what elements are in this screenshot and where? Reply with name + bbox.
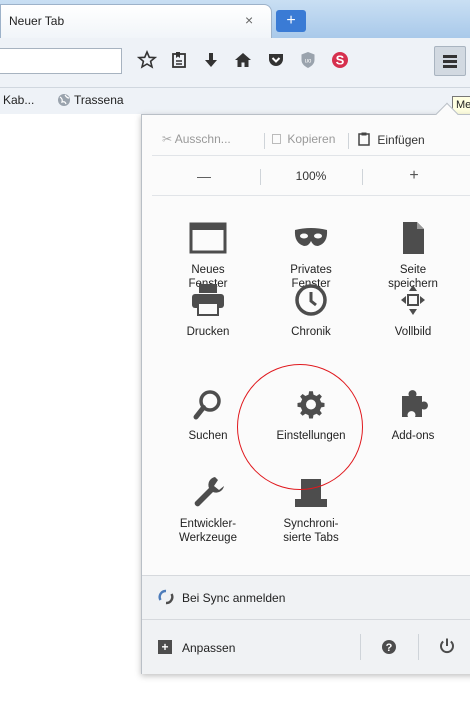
- paste-label: Einfügen: [377, 133, 425, 147]
- tab-strip: Neuer Tab × +: [0, 0, 470, 38]
- divider: [360, 634, 361, 660]
- highlight-circle: [237, 364, 363, 490]
- grid-label: Chronik: [291, 326, 331, 338]
- divider: [362, 169, 363, 185]
- zoom-out-button[interactable]: —: [154, 161, 254, 191]
- paste-button[interactable]: Einfügen: [358, 132, 425, 147]
- new-window-button[interactable]: NeuesFenster: [162, 221, 254, 291]
- copy-icon: [272, 134, 281, 144]
- grid-label: Add-ons: [391, 430, 435, 442]
- window-icon: [189, 222, 227, 254]
- clock-icon: [295, 284, 327, 316]
- quit-button[interactable]: [438, 637, 458, 657]
- tab-neuer-tab[interactable]: Neuer Tab ×: [0, 4, 272, 38]
- divider: [152, 195, 470, 196]
- grid-label: Entwickler- Werkzeuge: [179, 518, 237, 544]
- private-window-button[interactable]: Privates Fenster: [265, 221, 357, 291]
- divider: [418, 634, 419, 660]
- new-tab-button[interactable]: +: [276, 10, 306, 32]
- panel-footer-bar: + Anpassen ?: [142, 619, 470, 674]
- zoom-in-button[interactable]: +: [364, 161, 464, 191]
- ublock-shield-icon[interactable]: uo: [296, 50, 320, 74]
- zoom-reset-button[interactable]: 100%: [261, 161, 361, 191]
- download-icon[interactable]: [199, 50, 223, 74]
- divider: [264, 133, 265, 149]
- customize-label: Anpassen: [182, 641, 236, 655]
- customize-plus-icon: +: [158, 640, 172, 654]
- print-button[interactable]: Drucken: [162, 283, 254, 339]
- fullscreen-icon: [401, 285, 425, 315]
- customize-button[interactable]: + Anpassen: [142, 620, 360, 675]
- divider: [348, 133, 349, 149]
- wrench-icon: [194, 477, 224, 507]
- save-page-button[interactable]: Seite speichern: [367, 221, 459, 291]
- bookmarks-toolbar: Kab... Trassena: [0, 88, 470, 114]
- help-icon: ?: [382, 640, 396, 654]
- sync-label: Bei Sync anmelden: [182, 591, 286, 605]
- sync-icon: [158, 589, 174, 608]
- search-icon: [193, 390, 221, 420]
- tab-close-icon[interactable]: ×: [245, 12, 253, 28]
- developer-tools-button[interactable]: Entwickler- Werkzeuge: [162, 475, 254, 545]
- printer-icon: [192, 284, 224, 316]
- grid-label: Synchroni-sierte Tabs: [283, 518, 339, 544]
- cut-label: Ausschn...: [174, 132, 231, 146]
- grid-label: Drucken: [186, 326, 230, 338]
- history-button[interactable]: Chronik: [265, 283, 357, 339]
- stylish-s-icon[interactable]: S: [328, 50, 352, 74]
- page-icon: [403, 222, 424, 254]
- grid-label: Vollbild: [394, 326, 432, 338]
- globe-icon: [57, 93, 71, 110]
- bookmarks-list-icon[interactable]: [167, 50, 191, 74]
- svg-text:S: S: [336, 53, 345, 68]
- bookmark-star-icon[interactable]: [135, 49, 159, 74]
- add-ons-button[interactable]: Add-ons: [367, 387, 459, 443]
- bookmark-item[interactable]: Kab...: [3, 93, 34, 107]
- mask-icon: [294, 228, 328, 246]
- zoom-controls: — 100% +: [142, 161, 470, 191]
- puzzle-icon: [402, 390, 428, 417]
- copy-label: Kopieren: [287, 132, 336, 146]
- scissors-icon: ✂: [162, 132, 173, 146]
- divider: [152, 155, 470, 156]
- navigation-toolbar: uo S: [0, 38, 470, 88]
- pocket-icon[interactable]: [264, 50, 288, 74]
- fullscreen-button[interactable]: Vollbild: [367, 283, 459, 339]
- bookmark-item[interactable]: Trassena: [74, 93, 124, 107]
- svg-text:?: ?: [386, 642, 393, 654]
- sync-signin-button[interactable]: Bei Sync anmelden: [142, 575, 470, 619]
- cut-button[interactable]: ✂ Ausschn...: [162, 132, 231, 146]
- clipboard-icon: [358, 132, 377, 147]
- copy-button[interactable]: Kopieren: [272, 132, 335, 146]
- home-icon[interactable]: [231, 50, 255, 74]
- help-button[interactable]: ?: [380, 638, 400, 658]
- tab-title: Neuer Tab: [9, 14, 65, 28]
- url-input[interactable]: [0, 48, 122, 74]
- open-menu-button[interactable]: [434, 46, 466, 76]
- edit-controls: ✂ Ausschn... Kopieren Einfügen: [142, 125, 470, 155]
- svg-text:uo: uo: [305, 59, 312, 65]
- power-icon: [440, 638, 454, 654]
